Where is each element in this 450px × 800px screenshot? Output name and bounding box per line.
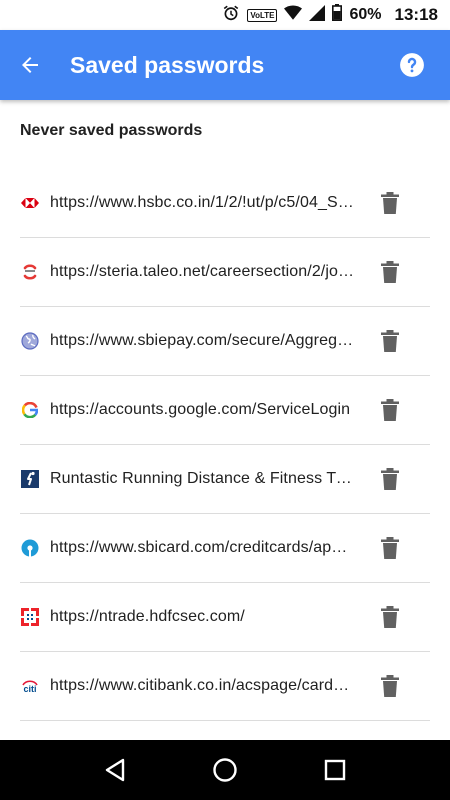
never-saved-list: https://www.hsbc.co.in/1/2/!ut/p/c5/04_S…: [20, 169, 430, 721]
entry-text: https://ntrade.hdfcsec.com/: [50, 608, 245, 625]
wifi-icon: [284, 5, 303, 26]
list-item[interactable]: https://www.sbiepay.com/secure/Aggregato…: [20, 307, 430, 376]
delete-button[interactable]: [370, 666, 410, 706]
entry-text: https://www.sbiepay.com/secure/Aggregato…: [50, 332, 355, 349]
alarm-icon: [222, 4, 240, 27]
square-recents-icon: [324, 759, 346, 781]
clock: 13:18: [394, 5, 438, 24]
content-area: Never saved passwords https://www.hsbc.c…: [0, 100, 450, 740]
entry-text: https://accounts.google.com/ServiceLogin: [50, 401, 351, 418]
cell-signal-icon: [309, 4, 326, 26]
help-button[interactable]: [382, 30, 442, 100]
entry-text: Runtastic Running Distance & Fitness Tra…: [50, 470, 355, 487]
delete-button[interactable]: [370, 390, 410, 430]
list-item[interactable]: https://www.sbicard.com/creditcards/app/…: [20, 514, 430, 583]
list-item[interactable]: https://steria.taleo.net/careersection/2…: [20, 238, 430, 307]
sbi-icon: [20, 538, 40, 558]
entry-text: https://www.citibank.co.in/acspage/cardh…: [50, 677, 355, 694]
app-bar: Saved passwords: [0, 30, 450, 100]
trash-icon: [381, 192, 399, 214]
triangle-back-icon: [105, 758, 125, 782]
trash-icon: [381, 330, 399, 352]
delete-button[interactable]: [370, 528, 410, 568]
trash-icon: [381, 399, 399, 421]
trash-icon: [381, 606, 399, 628]
taleo-icon: [20, 262, 40, 282]
entry-text: https://steria.taleo.net/careersection/2…: [50, 263, 355, 280]
delete-button[interactable]: [370, 321, 410, 361]
list-item[interactable]: Runtastic Running Distance & Fitness Tra…: [20, 445, 430, 514]
globe-icon: [20, 331, 40, 351]
list-item[interactable]: https://ntrade.hdfcsec.com/: [20, 583, 430, 652]
trash-icon: [381, 468, 399, 490]
google-icon: [20, 400, 40, 420]
arrow-back-icon: [22, 57, 38, 73]
help-icon: [400, 53, 424, 77]
nav-home-button[interactable]: [200, 745, 250, 795]
list-item[interactable]: https://www.hsbc.co.in/1/2/!ut/p/c5/04_S…: [20, 169, 430, 238]
delete-button[interactable]: [370, 459, 410, 499]
nav-back-button[interactable]: [90, 745, 140, 795]
battery-percent: 60%: [349, 6, 382, 23]
trash-icon: [381, 675, 399, 697]
page-title: Saved passwords: [70, 51, 265, 78]
section-title: Never saved passwords: [20, 122, 203, 139]
entry-text: https://www.hsbc.co.in/1/2/!ut/p/c5/04_S…: [50, 194, 355, 211]
delete-button[interactable]: [370, 183, 410, 223]
hdfc-icon: [20, 607, 40, 627]
trash-icon: [381, 537, 399, 559]
volte-badge: VoLTE: [247, 8, 278, 22]
trash-icon: [381, 261, 399, 283]
citi-icon: citi: [20, 676, 40, 696]
battery-icon: [332, 4, 343, 26]
circle-home-icon: [213, 758, 237, 782]
entry-text: https://www.sbicard.com/creditcards/app/…: [50, 539, 355, 556]
system-nav-bar: [0, 740, 450, 800]
back-button[interactable]: [0, 30, 60, 100]
status-bar: VoLTE 60% 13:18: [0, 0, 450, 30]
hsbc-icon: [20, 193, 40, 213]
list-item[interactable]: citi https://www.citibank.co.in/acspage/…: [20, 652, 430, 721]
nav-recents-button[interactable]: [310, 745, 360, 795]
delete-button[interactable]: [370, 597, 410, 637]
list-item[interactable]: https://accounts.google.com/ServiceLogin: [20, 376, 430, 445]
delete-button[interactable]: [370, 252, 410, 292]
runtastic-icon: [20, 469, 40, 489]
svg-text:citi: citi: [23, 684, 36, 693]
